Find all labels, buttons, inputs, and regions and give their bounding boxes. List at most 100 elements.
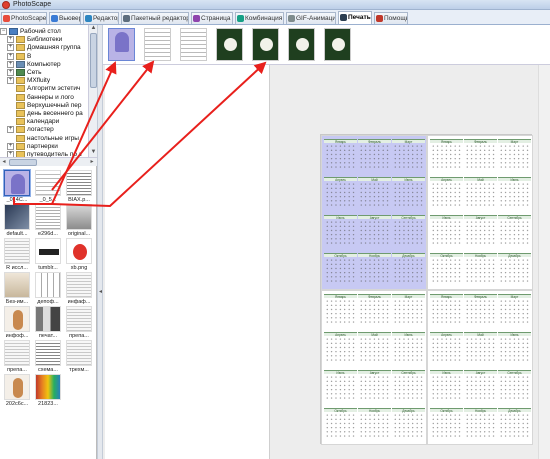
thumbnail-caption: 202c6c...: [5, 401, 29, 407]
scroll-up-icon[interactable]: ▲: [90, 25, 97, 32]
thumbnail-item[interactable]: original...: [64, 202, 94, 240]
thumbnail-item[interactable]: трехм...: [64, 338, 94, 376]
calendar-month: Декабрь: [392, 408, 425, 438]
thumbnail-item[interactable]: депоф...: [33, 270, 63, 308]
day-grid: [393, 144, 424, 169]
preview-scrollbar[interactable]: [538, 65, 550, 459]
expand-icon[interactable]: +: [7, 36, 14, 44]
month-name: Январь: [430, 294, 463, 299]
calendar-month: Февраль: [464, 294, 497, 324]
scroll-thumb[interactable]: [90, 33, 97, 88]
strip-thumbnail[interactable]: [252, 28, 279, 61]
scroll-down-icon[interactable]: ▼: [90, 149, 97, 156]
tab-icon: [85, 15, 92, 22]
month-name: Январь: [430, 139, 463, 144]
tab-6[interactable]: GIF-Анимация: [286, 12, 336, 24]
tab-icon: [51, 15, 58, 22]
tab-icon: [123, 15, 130, 22]
expand-icon[interactable]: +: [7, 77, 14, 85]
folder-icon: [16, 110, 25, 117]
thumbnail-item[interactable]: препа...: [2, 338, 32, 376]
strip-thumbnail[interactable]: [144, 28, 171, 61]
thumbnail-image: [4, 204, 30, 230]
thumbnail-item[interactable]: инфоф...: [2, 304, 32, 342]
day-grid: [325, 144, 356, 169]
thumbnail-item[interactable]: схема...: [33, 338, 63, 376]
thumbnail-item[interactable]: R иссл...: [2, 236, 32, 274]
thumbnail-item[interactable]: инфаф...: [64, 270, 94, 308]
day-grid: [393, 220, 424, 245]
tab-0[interactable]: PhotoScape: [1, 12, 47, 24]
expand-icon[interactable]: +: [7, 142, 14, 150]
day-grid: [465, 220, 496, 245]
month-name: Ноябрь: [464, 408, 497, 413]
calendar-month: Июнь: [392, 332, 425, 362]
strip-thumbnail[interactable]: [324, 28, 351, 61]
calendar-month: Февраль: [358, 139, 391, 169]
thumbnail-item[interactable]: 202c6c...: [2, 372, 32, 410]
calendar-month: Ноябрь: [358, 253, 391, 283]
calendar-month: Октябрь: [324, 253, 357, 283]
calendar-month: Июль: [430, 215, 463, 245]
month-name: Ноябрь: [464, 253, 497, 258]
month-name: Май: [358, 332, 391, 337]
scroll-right-icon[interactable]: ▸: [88, 158, 96, 166]
scroll-thumb[interactable]: [9, 159, 37, 166]
folder-icon: [16, 36, 25, 44]
thumbnail-item[interactable]: tumblr...: [33, 236, 63, 274]
calendar-month: Декабрь: [498, 408, 531, 438]
strip-thumbnail[interactable]: [180, 28, 207, 61]
thumbnail-item[interactable]: e296d...: [33, 202, 63, 240]
day-grid: [359, 182, 390, 207]
thumbnail-item[interactable]: _0_4C...: [2, 168, 32, 206]
expand-icon[interactable]: +: [7, 44, 14, 52]
folder-icon: [16, 77, 25, 85]
month-name: Август: [464, 370, 497, 375]
thumbnail-image: [66, 170, 92, 196]
folder-tree[interactable]: − Рабочий стол + Библиотеки + Домашняя группа…: [0, 25, 97, 157]
day-grid: [431, 375, 462, 400]
expand-icon[interactable]: +: [7, 126, 14, 134]
scroll-left-icon[interactable]: ◂: [0, 158, 8, 166]
expand-icon[interactable]: +: [7, 52, 14, 60]
thumbnail-item[interactable]: Без-им...: [2, 270, 32, 308]
tab-5[interactable]: Комбинация: [235, 12, 284, 24]
thumbnail-item[interactable]: xb.png: [64, 236, 94, 274]
expand-icon[interactable]: +: [7, 69, 14, 76]
tree-vertical-scrollbar[interactable]: ▲ ▼: [88, 25, 97, 157]
day-grid: [465, 375, 496, 400]
tree-horizontal-scrollbar[interactable]: ◂ ▸: [0, 157, 97, 166]
strip-thumbnail[interactable]: [108, 28, 135, 61]
month-name: Январь: [324, 139, 357, 144]
tab-3[interactable]: Пакетный редактор: [121, 12, 189, 24]
day-grid: [465, 144, 496, 169]
collapse-arrow-icon[interactable]: ◂: [99, 288, 102, 295]
thumbnail-item[interactable]: препа...: [64, 304, 94, 342]
thumbnail-item[interactable]: BIAX.p...: [64, 168, 94, 206]
thumbnail-item[interactable]: _0_5...: [33, 168, 63, 206]
tab-7[interactable]: Печать: [338, 11, 372, 24]
thumbnail-item[interactable]: default...: [2, 202, 32, 240]
collapse-icon[interactable]: −: [0, 28, 7, 35]
expand-icon[interactable]: +: [7, 60, 14, 68]
tab-8[interactable]: Помощь: [374, 12, 408, 24]
calendar-month: Август: [464, 370, 497, 400]
day-grid: [499, 375, 530, 400]
strip-thumbnail[interactable]: [288, 28, 315, 61]
thumbnail-item[interactable]: печат...: [33, 304, 63, 342]
tab-4[interactable]: Страница: [191, 12, 233, 24]
selected-images-strip: [103, 25, 550, 65]
month-name: Апрель: [324, 332, 357, 337]
tab-1[interactable]: Вьювер: [49, 12, 81, 24]
day-grid: [325, 299, 356, 324]
strip-thumbnail[interactable]: [216, 28, 243, 61]
month-name: Ноябрь: [358, 408, 391, 413]
thumbnail-item[interactable]: 21823...: [33, 372, 63, 410]
calendar-sheet: Январь Февраль Март Апрель Май Июнь Июль Август…: [321, 290, 427, 445]
tab-label: Печать: [348, 14, 371, 21]
tab-icon: [193, 15, 200, 22]
tab-2[interactable]: Редактор: [83, 12, 119, 24]
month-name: Сентябрь: [498, 215, 531, 220]
tab-bar: PhotoScape Вьювер Редактор Пакетный редакто…: [0, 10, 550, 25]
month-name: Май: [464, 177, 497, 182]
